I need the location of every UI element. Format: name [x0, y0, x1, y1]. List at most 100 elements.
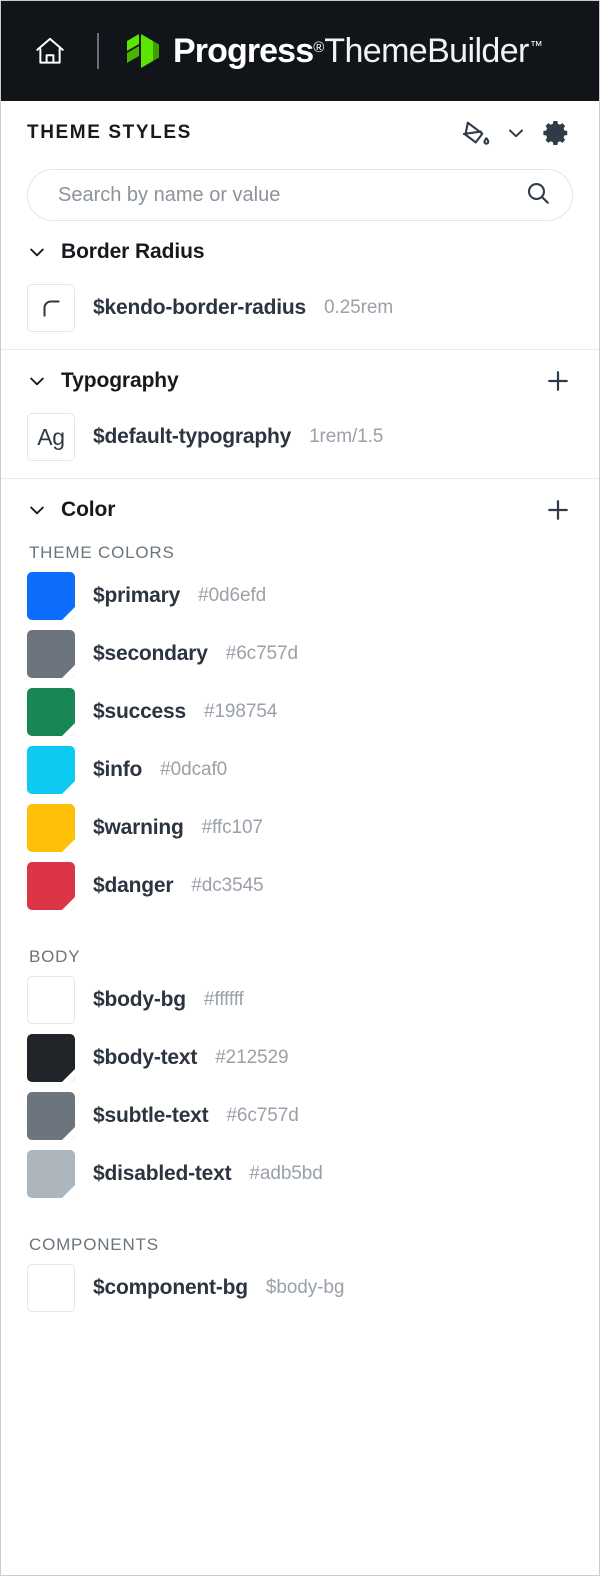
variable-row-component-bg[interactable]: $component-bg $body-bg — [27, 1259, 573, 1317]
variable-value: #ffc107 — [201, 817, 263, 838]
variable-name: $disabled-text — [93, 1162, 232, 1185]
variable-value: 1rem/1.5 — [309, 426, 384, 447]
brand-product: ThemeBuilder — [324, 31, 529, 70]
color-swatch[interactable] — [27, 630, 75, 678]
section-border-radius: Border Radius $kendo-border-radius 0.25r… — [1, 221, 599, 349]
variable-row-warning[interactable]: $warning #ffc107 — [27, 799, 573, 857]
variable-name: $secondary — [93, 642, 208, 665]
swatch-corner-fold — [62, 1127, 75, 1140]
swatch-corner-fold — [61, 1298, 74, 1311]
chevron-down-icon — [30, 248, 44, 257]
variable-value: #adb5bd — [249, 1163, 323, 1184]
variable-row-subtle-text[interactable]: $subtle-text #6c757d — [27, 1087, 573, 1145]
variable-name: $info — [93, 758, 143, 781]
color-swatch[interactable] — [27, 746, 75, 794]
search-icon[interactable] — [524, 179, 552, 212]
variable-value: #6c757d — [225, 643, 298, 664]
variable-name: $subtle-text — [93, 1104, 209, 1127]
search-area — [1, 165, 599, 221]
color-group-label: COMPONENTS — [29, 1235, 159, 1254]
swatch-corner-fold — [62, 1185, 75, 1198]
swatch-corner-fold — [62, 839, 75, 852]
radius-preview-swatch — [27, 284, 75, 332]
variable-name: $body-text — [93, 1046, 198, 1069]
variable-value: #212529 — [215, 1047, 289, 1068]
progress-logo-icon — [127, 34, 159, 68]
variable-row-body-text[interactable]: $body-text #212529 — [27, 1029, 573, 1087]
variable-value: #ffffff — [203, 989, 244, 1010]
app-header: Progress ® ThemeBuilder ™ — [1, 1, 599, 101]
typography-preview-swatch: Ag — [27, 413, 75, 461]
color-swatch[interactable] — [27, 862, 75, 910]
color-swatch[interactable] — [27, 1150, 75, 1198]
chevron-down-icon — [30, 377, 44, 386]
swatch-corner-fold — [62, 781, 75, 794]
section-header-typography[interactable]: Typography — [27, 350, 573, 408]
variable-name: $warning — [93, 816, 184, 839]
variable-row-danger[interactable]: $danger #dc3545 — [27, 857, 573, 915]
variable-value: #198754 — [203, 701, 278, 722]
variable-row-kendo-border-radius[interactable]: $kendo-border-radius 0.25rem — [27, 279, 573, 337]
color-group-label: THEME COLORS — [29, 543, 175, 562]
brand-registered-mark: ® — [313, 38, 325, 56]
variable-value: #0dcaf0 — [160, 759, 228, 780]
variable-name: $success — [93, 700, 186, 723]
plus-icon — [548, 371, 568, 391]
variable-name: $body-bg — [93, 988, 186, 1011]
color-swatch[interactable] — [27, 1034, 75, 1082]
gear-icon[interactable] — [535, 112, 577, 154]
variable-row-disabled-text[interactable]: $disabled-text #adb5bd — [27, 1145, 573, 1203]
brand-name: Progress — [173, 31, 314, 70]
variable-row-secondary[interactable]: $secondary #6c757d — [27, 625, 573, 683]
variable-row-success[interactable]: $success #198754 — [27, 683, 573, 741]
search-input[interactable] — [56, 182, 524, 208]
corner-radius-icon — [43, 300, 60, 317]
page-title: THEME STYLES — [27, 122, 192, 143]
variable-value: $body-bg — [265, 1277, 345, 1298]
header-divider — [97, 33, 99, 69]
home-icon[interactable] — [27, 34, 67, 68]
swatch-corner-fold — [62, 665, 75, 678]
variable-row-info[interactable]: $info #0dcaf0 — [27, 741, 573, 799]
swatch-corner-fold — [61, 1010, 74, 1023]
chevron-down-icon[interactable] — [501, 112, 531, 154]
swatch-corner-fold — [62, 897, 75, 910]
section-title: Border Radius — [61, 240, 205, 263]
color-groups: THEME COLORS $primary #0d6efd $secondary #6c… — [27, 543, 573, 1317]
color-swatch[interactable] — [27, 1092, 75, 1140]
variable-value: #6c757d — [226, 1105, 299, 1126]
plus-icon — [548, 500, 568, 520]
color-swatch[interactable] — [27, 804, 75, 852]
paint-bucket-icon[interactable] — [455, 112, 497, 154]
variable-name: $danger — [93, 874, 174, 897]
variable-row-primary[interactable]: $primary #0d6efd — [27, 567, 573, 625]
variable-value: 0.25rem — [324, 297, 394, 318]
variable-name: $primary — [93, 584, 181, 607]
themebuilder-panel: Progress ® ThemeBuilder ™ THEME STYLES S… — [0, 0, 600, 1576]
section-header-color[interactable]: Color — [27, 479, 573, 537]
color-group-label: BODY — [29, 947, 81, 966]
chevron-down-icon — [30, 506, 44, 515]
typography-sample-text: Ag — [37, 423, 65, 450]
section-title: Color — [61, 498, 116, 521]
add-typography-button[interactable] — [543, 366, 573, 396]
color-swatch[interactable] — [27, 688, 75, 736]
section-typography: Typography Ag $default-typography 1rem/1… — [1, 349, 599, 478]
variable-value: #0d6efd — [198, 585, 267, 606]
variable-row-body-bg[interactable]: $body-bg #ffffff — [27, 971, 573, 1029]
add-color-button[interactable] — [543, 495, 573, 525]
variable-value: #dc3545 — [191, 875, 264, 896]
swatch-corner-fold — [62, 607, 75, 620]
section-header-border-radius[interactable]: Border Radius — [27, 221, 573, 279]
color-swatch[interactable] — [27, 572, 75, 620]
color-swatch[interactable] — [27, 976, 75, 1024]
variable-name: $kendo-border-radius — [93, 296, 307, 319]
variable-name: $default-typography — [93, 425, 292, 448]
search-box[interactable] — [27, 169, 573, 221]
brand-trademark-mark: ™ — [529, 37, 543, 53]
section-color: Color THEME COLORS $primary #0d6efd $second… — [1, 478, 599, 1317]
color-swatch[interactable] — [27, 1264, 75, 1312]
variable-row-default-typography[interactable]: Ag $default-typography 1rem/1.5 — [27, 408, 573, 466]
